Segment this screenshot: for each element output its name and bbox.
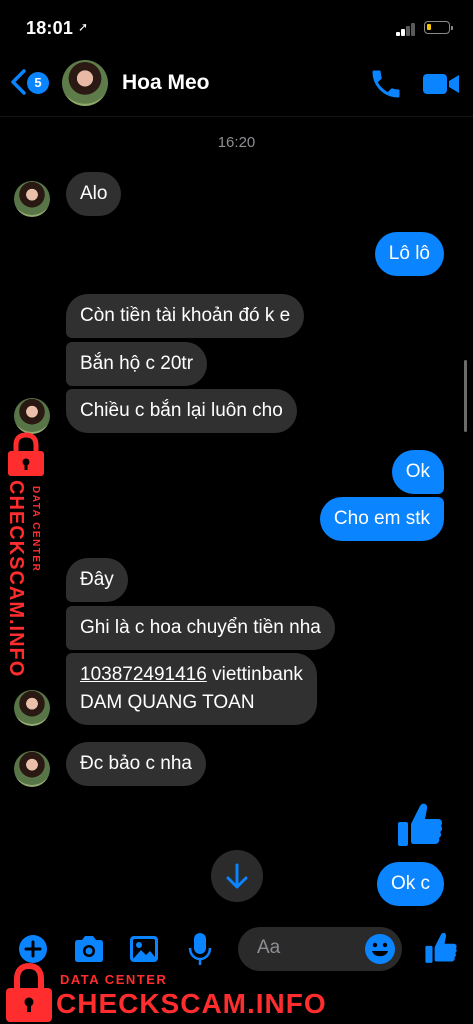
lock-icon bbox=[6, 962, 52, 1022]
contact-name[interactable]: Hoa Meo bbox=[122, 71, 210, 95]
message-bubble-outgoing[interactable]: Cho em stk bbox=[319, 497, 444, 541]
scrollbar[interactable] bbox=[464, 360, 467, 432]
message-bubble-incoming[interactable]: 103872491416 viettinbank DAM QUANG TOAN bbox=[66, 653, 317, 725]
account-number-link[interactable]: 103872491416 bbox=[80, 664, 207, 685]
message-bubble-outgoing[interactable]: Ok c bbox=[376, 862, 444, 906]
account-name: DAM QUANG TOAN bbox=[80, 692, 255, 713]
message-bubble-outgoing[interactable]: Ok bbox=[391, 450, 444, 494]
message-bubble-incoming[interactable]: Đc bảo c nha bbox=[66, 742, 206, 786]
sender-avatar bbox=[14, 398, 50, 434]
sender-avatar bbox=[14, 751, 50, 787]
status-time: 18:01 bbox=[26, 18, 74, 38]
bank-name: viettinbank bbox=[206, 664, 303, 685]
unread-badge[interactable]: 5 bbox=[27, 72, 49, 94]
location-arrow-icon: ➚ bbox=[78, 20, 89, 34]
camera-icon[interactable] bbox=[72, 934, 106, 964]
message-bubble-incoming[interactable]: Đây bbox=[66, 558, 128, 602]
header-divider bbox=[0, 116, 473, 117]
plus-icon[interactable] bbox=[18, 934, 48, 964]
watermark-subtext: DATA CENTER bbox=[30, 486, 41, 573]
avatar[interactable] bbox=[62, 60, 108, 106]
phone-icon[interactable] bbox=[368, 66, 404, 102]
message-bubble-incoming[interactable]: Còn tiền tài khoản đó k e bbox=[66, 294, 305, 338]
watermark-text: CHECKSCAM.INFO bbox=[5, 480, 27, 678]
microphone-icon[interactable] bbox=[188, 932, 212, 966]
emoji-icon[interactable] bbox=[364, 933, 396, 965]
message-bubble-incoming[interactable]: Ghi là c hoa chuyển tiền nha bbox=[66, 606, 335, 650]
message-bubble-incoming[interactable]: Alo bbox=[66, 172, 122, 216]
thumbs-up-icon[interactable] bbox=[396, 800, 444, 850]
lock-icon bbox=[8, 432, 44, 476]
sender-avatar bbox=[14, 690, 50, 726]
battery-icon bbox=[424, 21, 453, 34]
message-timestamp: 16:20 bbox=[217, 134, 256, 151]
image-icon[interactable] bbox=[128, 934, 160, 964]
message-bubble-incoming[interactable]: Chiều c bắn lại luôn cho bbox=[66, 389, 297, 433]
scroll-to-bottom-button[interactable] bbox=[211, 850, 263, 902]
thumbs-up-icon[interactable] bbox=[424, 930, 458, 966]
message-bubble-outgoing[interactable]: Lô lô bbox=[374, 232, 444, 276]
watermark-text: CHECKSCAM.INFO bbox=[56, 988, 327, 1019]
watermark-subtext: DATA CENTER bbox=[60, 972, 168, 987]
arrow-down-icon bbox=[226, 863, 248, 889]
sender-avatar bbox=[14, 181, 50, 217]
message-input-placeholder: Aa bbox=[257, 937, 281, 958]
signal-icon bbox=[396, 22, 418, 36]
message-bubble-incoming[interactable]: Bắn hộ c 20tr bbox=[66, 342, 208, 386]
video-camera-icon[interactable] bbox=[421, 68, 461, 100]
